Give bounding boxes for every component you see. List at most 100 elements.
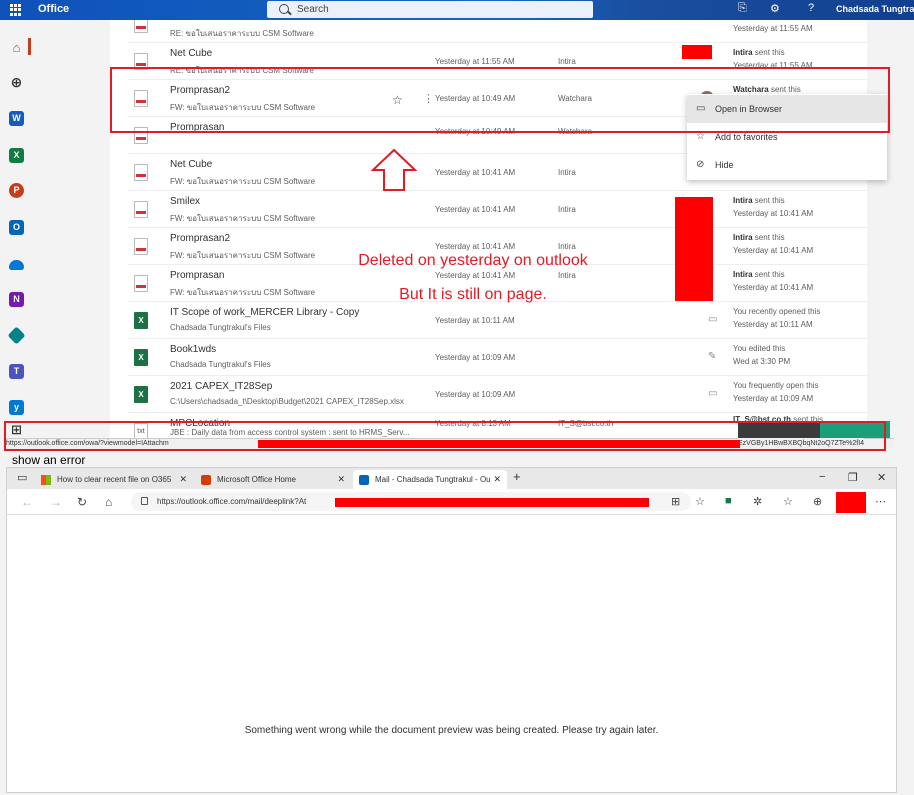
excel-file-icon: X — [134, 312, 148, 329]
minimize-icon[interactable]: − — [819, 471, 825, 483]
file-location: FW: ขอใบเสนอราคาระบบ CSM Software — [170, 288, 316, 297]
file-owner: Intira — [558, 242, 576, 251]
file-date: Yesterday at 10:41 AM — [435, 242, 516, 251]
word-icon[interactable]: W — [9, 111, 24, 126]
file-date: Yesterday at 10:41 AM — [435, 271, 516, 280]
close-window-icon[interactable]: ✕ — [877, 471, 886, 484]
tab-title: How to clear recent file on O365 — [57, 475, 172, 484]
favorites-icon[interactable]: ☆ — [783, 495, 793, 508]
file-owner: Intira — [558, 205, 576, 214]
refresh-icon[interactable]: ↻ — [77, 495, 87, 509]
reading-view-icon[interactable]: ⊞ — [671, 495, 680, 508]
help-icon[interactable]: ? — [808, 2, 814, 14]
activity-time: Wed at 3:30 PM — [733, 357, 791, 366]
redaction-block — [675, 197, 713, 301]
onedrive-icon[interactable] — [9, 260, 24, 270]
file-date: Yesterday at 10:11 AM — [435, 316, 515, 325]
favorite-add-icon[interactable]: ☆ — [695, 495, 705, 508]
pdf-file-icon — [134, 201, 148, 218]
file-name[interactable]: Promprasan2 — [170, 233, 230, 244]
forward-icon[interactable]: → — [50, 495, 62, 509]
file-owner: Intira — [558, 271, 576, 280]
redaction-block — [335, 498, 649, 507]
file-location: FW: ขอใบเสนอราคาระบบ CSM Software — [170, 251, 316, 260]
new-tab-icon[interactable]: + — [513, 469, 521, 484]
file-name[interactable]: Smilex — [170, 196, 200, 207]
annotation-line-1: Deleted on yesterday on outlook — [358, 252, 588, 269]
more-menu-icon[interactable]: ⋯ — [875, 495, 886, 508]
create-icon[interactable]: ⊕ — [9, 75, 24, 91]
hide-icon: ⊘ — [696, 159, 705, 170]
file-date: Yesterday at 11:55 AM — [435, 57, 515, 66]
maximize-icon[interactable]: ❐ — [848, 471, 858, 484]
annotation-highlight-box — [110, 67, 890, 133]
tab-office-home[interactable]: Microsoft Office Home ✕ — [195, 470, 351, 489]
activity-time: Yesterday at 10:41 AM — [733, 209, 814, 218]
file-date: Yesterday at 10:41 AM — [435, 168, 516, 177]
close-icon[interactable]: ✕ — [179, 470, 187, 489]
yammer-icon[interactable]: y — [9, 400, 24, 415]
activity-verb: You recently opened this — [733, 307, 821, 316]
puzzle-icon[interactable]: ✲ — [753, 495, 762, 508]
file-name[interactable]: Promprasan — [170, 270, 224, 281]
error-message: Something went wrong while the document … — [244, 725, 659, 736]
feedback-icon[interactable]: ⎘ — [738, 2, 747, 15]
app-rail: ⌂ ⊕ W X P O N T y ⊞ — [0, 20, 34, 440]
file-location: Chadsada Tungtrakul's Files — [170, 323, 271, 332]
teams-icon[interactable]: T — [9, 364, 24, 379]
excel-file-icon: X — [134, 349, 148, 366]
activity-time: Yesterday at 10:11 AM — [733, 320, 813, 329]
file-name[interactable]: IT Scope of work_MERCER Library - Copy — [170, 307, 359, 318]
lock-icon — [141, 497, 148, 505]
pdf-file-icon — [134, 164, 148, 181]
close-icon[interactable]: ✕ — [493, 470, 501, 489]
home-icon[interactable]: ⌂ — [9, 40, 24, 55]
file-row[interactable]: X 2021 CAPEX_IT28Sep C:\Users\chadsada_t… — [128, 376, 867, 413]
file-name[interactable]: Book1wds — [170, 344, 216, 355]
file-date: Yesterday at 10:41 AM — [435, 205, 516, 214]
pdf-file-icon — [134, 275, 148, 292]
file-row[interactable]: X Book1wds Chadsada Tungtrakul's Files Y… — [128, 339, 867, 376]
tab-title: Microsoft Office Home — [217, 475, 296, 484]
tab-how-to-clear[interactable]: How to clear recent file on O365 ✕ — [35, 470, 193, 489]
file-date: Yesterday at 10:09 AM — [435, 353, 516, 362]
browser-window: ▭ How to clear recent file on O365 ✕ Mic… — [6, 467, 897, 793]
office-brand[interactable]: Office — [38, 3, 69, 15]
tab-actions-icon[interactable]: ▭ — [17, 471, 27, 484]
search-placeholder: Search — [297, 4, 329, 15]
activity-who: Intira sent this — [733, 48, 785, 57]
file-name[interactable]: Net Cube — [170, 159, 212, 170]
activity-time: Yesterday at 10:09 AM — [733, 394, 814, 403]
file-owner: Intira — [558, 57, 576, 66]
file-name[interactable]: Net Cube — [170, 48, 212, 59]
file-row[interactable]: X IT Scope of work_MERCER Library - Copy… — [128, 302, 867, 339]
redaction-block — [682, 45, 712, 59]
outlook-icon[interactable]: O — [9, 220, 24, 235]
folder-open-icon: ▭ — [708, 314, 718, 325]
annotation-arrow-icon — [371, 148, 417, 191]
gear-icon[interactable]: ⚙ — [770, 2, 780, 15]
menu-item-hide[interactable]: ⊘ Hide — [687, 151, 887, 179]
powerpoint-icon[interactable]: P — [9, 183, 24, 198]
activity-who: Intira sent this — [733, 270, 785, 279]
sharepoint-icon[interactable] — [7, 326, 26, 345]
close-icon[interactable]: ✕ — [337, 470, 345, 489]
onenote-icon[interactable]: N — [9, 292, 24, 307]
extension-icon[interactable]: ■ — [725, 495, 732, 507]
collections-icon[interactable]: ⊕ — [813, 495, 822, 508]
file-row[interactable]: Smilex FW: ขอใบเสนอราคาระบบ CSM Software… — [128, 191, 867, 228]
excel-icon[interactable]: X — [9, 148, 24, 163]
file-row[interactable]: RE: ขอใบเสนอราคาระบบ CSM Software Yester… — [128, 20, 867, 43]
tab-mail[interactable]: Mail - Chadsada Tungtrakul - Ou ✕ — [353, 470, 507, 489]
file-name[interactable]: 2021 CAPEX_IT28Sep — [170, 381, 272, 392]
pencil-icon: ✎ — [708, 351, 717, 362]
home-icon[interactable]: ⌂ — [105, 495, 112, 509]
menu-label: Add to favorites — [715, 132, 778, 142]
search-input[interactable]: Search — [267, 1, 593, 18]
file-location: FW: ขอใบเสนอราคาระบบ CSM Software — [170, 214, 316, 223]
user-name[interactable]: Chadsada Tungtrakul — [836, 4, 914, 14]
back-icon[interactable]: ← — [21, 495, 33, 509]
file-location: Chadsada Tungtrakul's Files — [170, 360, 271, 369]
app-launcher-icon[interactable] — [10, 4, 22, 16]
file-location: RE: ขอใบเสนอราคาระบบ CSM Software — [170, 29, 314, 38]
